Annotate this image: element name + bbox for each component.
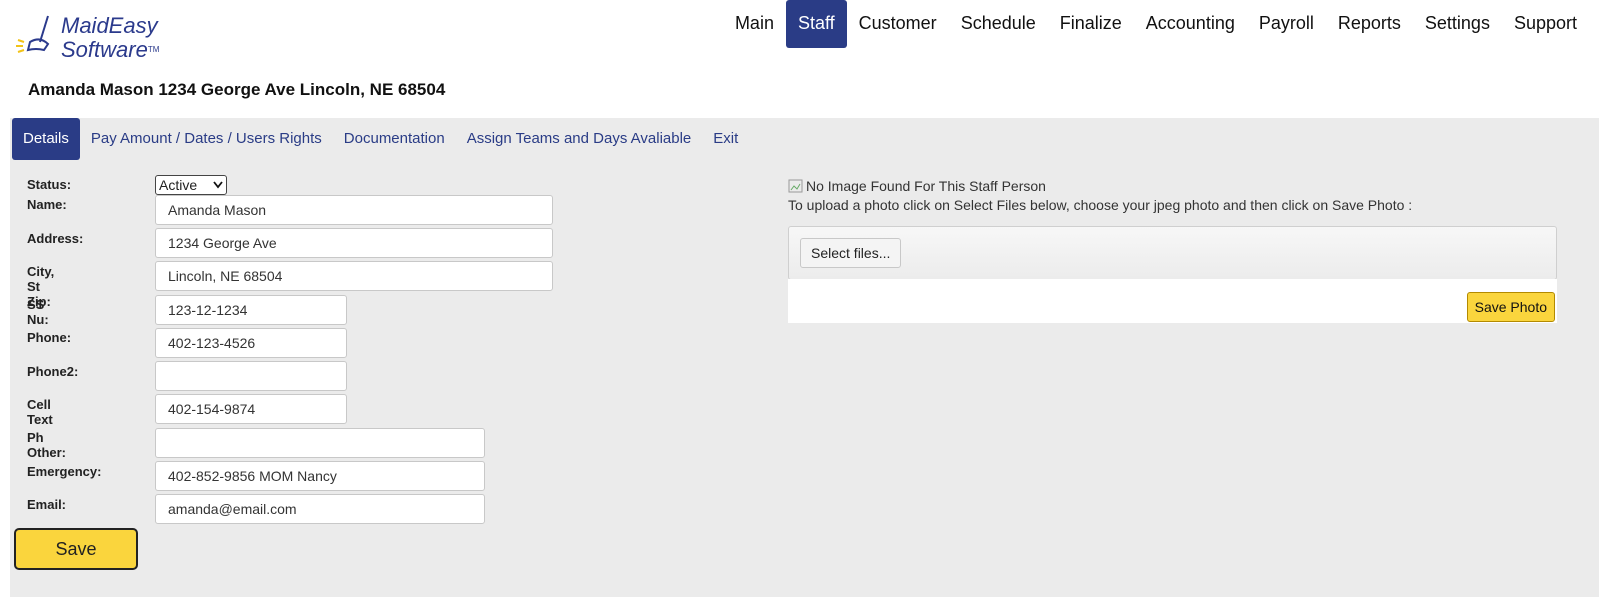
- save-photo-button[interactable]: Save Photo: [1466, 292, 1555, 322]
- address-field[interactable]: [155, 228, 553, 258]
- nav-reports[interactable]: Reports: [1326, 0, 1413, 48]
- nav-schedule[interactable]: Schedule: [949, 0, 1048, 48]
- cell-text-field[interactable]: [155, 394, 347, 424]
- tab-bar: Details Pay Amount / Dates / Users Right…: [12, 118, 749, 160]
- phone-label: Phone:: [27, 330, 72, 345]
- emergency-label: Emergency:: [27, 464, 102, 479]
- chevron-down-icon: [213, 181, 223, 189]
- nav-finalize[interactable]: Finalize: [1048, 0, 1134, 48]
- broken-image-icon: [788, 179, 803, 193]
- nav-customer[interactable]: Customer: [847, 0, 949, 48]
- maideasy-logo: MaidEasy SoftwareTM: [14, 12, 184, 64]
- nav-settings[interactable]: Settings: [1413, 0, 1502, 48]
- address-label: Address:: [27, 231, 84, 246]
- city-state-zip-field[interactable]: [155, 261, 553, 291]
- ssn-field[interactable]: [155, 295, 347, 325]
- phone-field[interactable]: [155, 328, 347, 358]
- staff-details-panel: Details Pay Amount / Dates / Users Right…: [10, 118, 1599, 597]
- tab-details[interactable]: Details: [12, 118, 80, 160]
- photo-section: No Image Found For This Staff Person To …: [788, 178, 1557, 323]
- nav-staff[interactable]: Staff: [785, 0, 847, 48]
- no-image-text: No Image Found For This Staff Person: [806, 178, 1046, 194]
- email-field[interactable]: [155, 494, 485, 524]
- nav-payroll[interactable]: Payroll: [1247, 0, 1326, 48]
- phone2-label: Phone2:: [27, 364, 79, 379]
- staff-photo: No Image Found For This Staff Person: [788, 178, 1557, 194]
- tab-assign-teams[interactable]: Assign Teams and Days Avaliable: [456, 118, 703, 160]
- name-label: Name:: [27, 197, 67, 212]
- logo-wordmark: MaidEasy SoftwareTM: [61, 13, 160, 62]
- mop-icon: [16, 15, 50, 53]
- save-button[interactable]: Save: [14, 528, 138, 570]
- nav-accounting[interactable]: Accounting: [1134, 0, 1247, 48]
- emergency-field[interactable]: [155, 461, 485, 491]
- status-select[interactable]: Active: [155, 175, 227, 195]
- tab-pay-amount[interactable]: Pay Amount / Dates / Users Rights: [80, 118, 333, 160]
- upload-instructions: To upload a photo click on Select Files …: [788, 197, 1413, 213]
- name-field[interactable]: [155, 195, 553, 225]
- tab-documentation[interactable]: Documentation: [333, 118, 456, 160]
- ssn-label: SS Nu:: [27, 297, 49, 327]
- nav-support[interactable]: Support: [1502, 0, 1589, 48]
- upload-dropzone[interactable]: Select files...: [788, 226, 1557, 280]
- page-title: Amanda Mason 1234 George Ave Lincoln, NE…: [28, 80, 446, 99]
- select-files-button[interactable]: Select files...: [800, 238, 902, 268]
- top-navigation: Main Staff Customer Schedule Finalize Ac…: [723, 0, 1589, 48]
- phone-other-label: Ph Other:: [27, 430, 66, 460]
- photo-footer: Save Photo: [788, 279, 1557, 323]
- phone2-field[interactable]: [155, 361, 347, 391]
- cell-text-label: Cell Text: [27, 397, 53, 427]
- email-label: Email:: [27, 497, 67, 512]
- nav-main[interactable]: Main: [723, 0, 786, 48]
- phone-other-field[interactable]: [155, 428, 485, 458]
- tab-exit[interactable]: Exit: [702, 118, 749, 160]
- status-label: Status:: [27, 177, 72, 192]
